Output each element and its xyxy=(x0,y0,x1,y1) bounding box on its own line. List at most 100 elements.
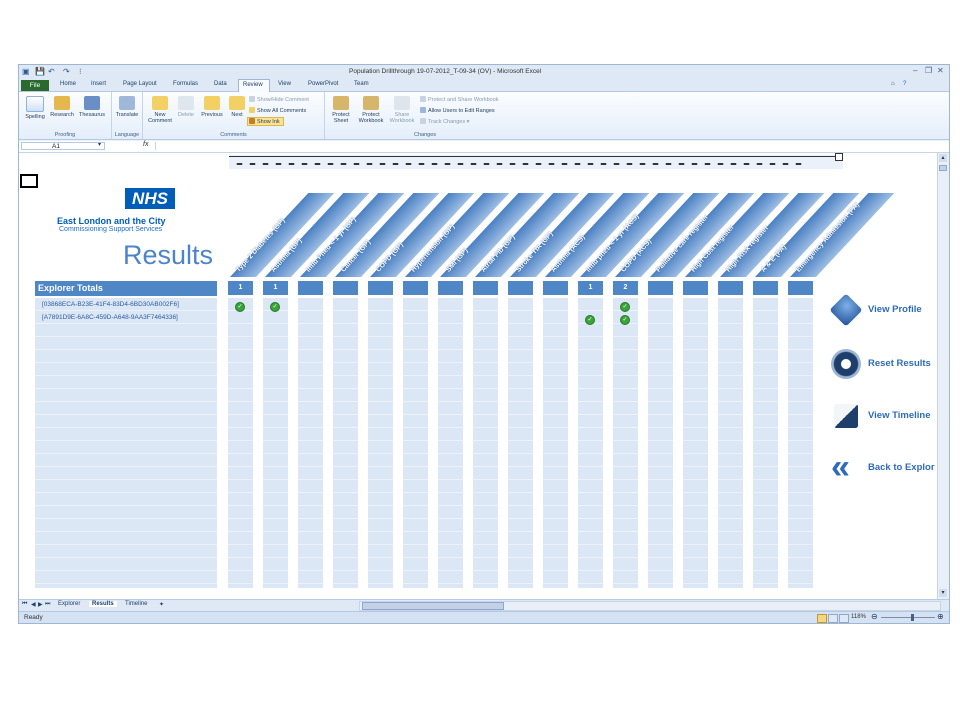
zoom-slider[interactable] xyxy=(881,614,935,621)
name-box-dropdown-icon[interactable]: ▾ xyxy=(98,141,101,148)
delete-comment-icon xyxy=(178,96,194,110)
sheet-nav-first-icon[interactable]: ⏮ xyxy=(22,601,27,608)
condition-column xyxy=(473,298,498,588)
scroll-up-icon[interactable]: ▴ xyxy=(939,154,947,162)
tab-powerpivot[interactable]: PowerPivot xyxy=(308,81,338,87)
delete-comment-label: Delete xyxy=(178,112,194,118)
insert-function-icon[interactable]: fx xyxy=(143,141,148,148)
column-total: 1 xyxy=(263,281,288,295)
zoom-out-icon[interactable]: ⊖ xyxy=(871,612,878,621)
previous-comment-button[interactable]: Previous xyxy=(198,96,226,118)
zoom-in-icon[interactable]: ⊕ xyxy=(937,612,944,621)
vertical-scrollbar[interactable]: ▴ ▾ xyxy=(937,153,949,599)
next-comment-label: Next xyxy=(231,112,243,118)
new-comment-button[interactable]: New Comment xyxy=(145,96,175,124)
close-icon[interactable]: ✕ xyxy=(937,66,944,75)
condition-column xyxy=(578,298,603,588)
sheet-tab-results[interactable]: Results xyxy=(89,601,117,607)
restore-icon[interactable]: ❐ xyxy=(925,66,932,75)
zoom-slider-thumb[interactable] xyxy=(911,614,914,621)
status-bar: Ready 118% ⊖ ⊕ xyxy=(19,611,949,623)
thesaurus-button[interactable]: Thesaurus xyxy=(76,96,108,118)
sheet-nav-prev-icon[interactable]: ◀ xyxy=(31,601,36,608)
track-changes-button[interactable]: Track Changes ▾ xyxy=(420,118,469,125)
title-bar: ▣ 💾 ↶ ↷ ⁝ Population Drillthrough 19-07-… xyxy=(19,65,949,79)
sheet-tab-timeline[interactable]: Timeline xyxy=(125,601,147,607)
horizontal-scrollbar[interactable] xyxy=(359,601,941,611)
condition-column xyxy=(788,298,813,588)
page-break-view-icon[interactable] xyxy=(839,614,849,623)
customize-quick-access-icon[interactable]: ⁝ xyxy=(79,67,82,76)
ribbon-minimize-icon[interactable]: ⌂ xyxy=(891,81,895,87)
tab-file[interactable]: File xyxy=(21,80,49,91)
delete-comment-button[interactable]: Delete xyxy=(175,96,197,118)
track-changes-icon xyxy=(420,118,426,124)
save-icon[interactable]: 💾 xyxy=(35,67,45,76)
column-total xyxy=(753,281,778,295)
translate-label: Translate xyxy=(115,112,139,118)
condition-column xyxy=(753,298,778,588)
column-total xyxy=(508,281,533,295)
translate-button[interactable]: Translate xyxy=(113,96,141,118)
tab-insert[interactable]: Insert xyxy=(91,81,106,87)
allow-users-edit-ranges-button[interactable]: Allow Users to Edit Ranges xyxy=(420,107,495,114)
horizontal-scroll-thumb[interactable] xyxy=(362,602,504,610)
page-layout-view-icon[interactable] xyxy=(828,614,838,623)
tab-home[interactable]: Home xyxy=(60,81,76,87)
tab-formulas[interactable]: Formulas xyxy=(173,81,198,87)
share-workbook-label: Share Workbook xyxy=(389,112,415,124)
protect-workbook-button[interactable]: Protect Workbook xyxy=(356,96,386,124)
show-ink-button[interactable]: Show Ink xyxy=(247,117,284,126)
column-total xyxy=(473,281,498,295)
tab-view[interactable]: View xyxy=(278,81,291,87)
name-box-value: A1 xyxy=(52,143,60,150)
protect-share-workbook-button[interactable]: Protect and Share Workbook xyxy=(420,96,499,103)
sheet-tab-explorer[interactable]: Explorer xyxy=(58,601,80,607)
condition-column xyxy=(718,298,743,588)
show-hide-comment-button[interactable]: Show/Hide Comment xyxy=(249,96,309,103)
worksheet[interactable]: NHS East London and the City Commissioni… xyxy=(19,153,937,599)
allow-users-icon xyxy=(420,107,426,113)
list-item[interactable]: [A7891D9E-6A8C-459D-A648-9AA3F7464336] xyxy=(42,314,178,321)
column-total xyxy=(543,281,568,295)
next-comment-button[interactable]: Next xyxy=(227,96,247,118)
dotted-scale-bar xyxy=(229,153,843,169)
new-comment-label: New Comment xyxy=(148,112,172,124)
selected-cell-a1[interactable] xyxy=(20,174,38,188)
tab-team[interactable]: Team xyxy=(354,81,369,87)
protect-workbook-icon xyxy=(363,96,379,110)
help-icon[interactable]: ? xyxy=(903,81,906,87)
protect-sheet-label: Protect Sheet xyxy=(332,112,350,124)
tab-review-active[interactable]: Review xyxy=(238,79,270,92)
column-total: 2 xyxy=(613,281,638,295)
view-profile-label: View Profile xyxy=(868,304,922,315)
formula-input[interactable] xyxy=(155,142,946,150)
scale-handle[interactable] xyxy=(835,153,843,161)
spelling-button[interactable]: Spelling xyxy=(22,96,48,120)
undo-icon[interactable]: ↶ xyxy=(48,67,55,76)
tab-page-layout[interactable]: Page Layout xyxy=(123,81,157,87)
column-total xyxy=(438,281,463,295)
share-workbook-button[interactable]: Share Workbook xyxy=(387,96,417,124)
minimize-icon[interactable]: – xyxy=(913,66,917,75)
sheet-nav-last-icon[interactable]: ⏭ xyxy=(45,601,50,608)
scroll-thumb[interactable] xyxy=(939,165,947,171)
scroll-down-icon[interactable]: ▾ xyxy=(939,589,947,597)
list-item[interactable]: [03868ECA-B23E-41F4-83D4-6BD30AB002F6] xyxy=(42,301,179,308)
sheet-nav-next-icon[interactable]: ▶ xyxy=(38,601,43,608)
zoom-level[interactable]: 118% xyxy=(851,614,866,620)
tab-data[interactable]: Data xyxy=(214,81,227,87)
condition-column xyxy=(508,298,533,588)
name-box[interactable]: A1 xyxy=(21,142,105,150)
protect-sheet-button[interactable]: Protect Sheet xyxy=(327,96,355,124)
next-comment-icon xyxy=(229,96,245,110)
insert-sheet-icon[interactable]: ✦ xyxy=(159,601,164,608)
formula-bar: A1 ▾ fx xyxy=(19,141,949,153)
tab-review: Review xyxy=(243,82,263,88)
protect-sheet-icon xyxy=(333,96,349,110)
condition-column xyxy=(543,298,568,588)
research-button[interactable]: Research xyxy=(48,96,76,118)
show-all-comments-button[interactable]: Show All Comments xyxy=(249,107,306,114)
redo-icon[interactable]: ↷ xyxy=(63,67,70,76)
normal-view-icon[interactable] xyxy=(817,614,827,623)
